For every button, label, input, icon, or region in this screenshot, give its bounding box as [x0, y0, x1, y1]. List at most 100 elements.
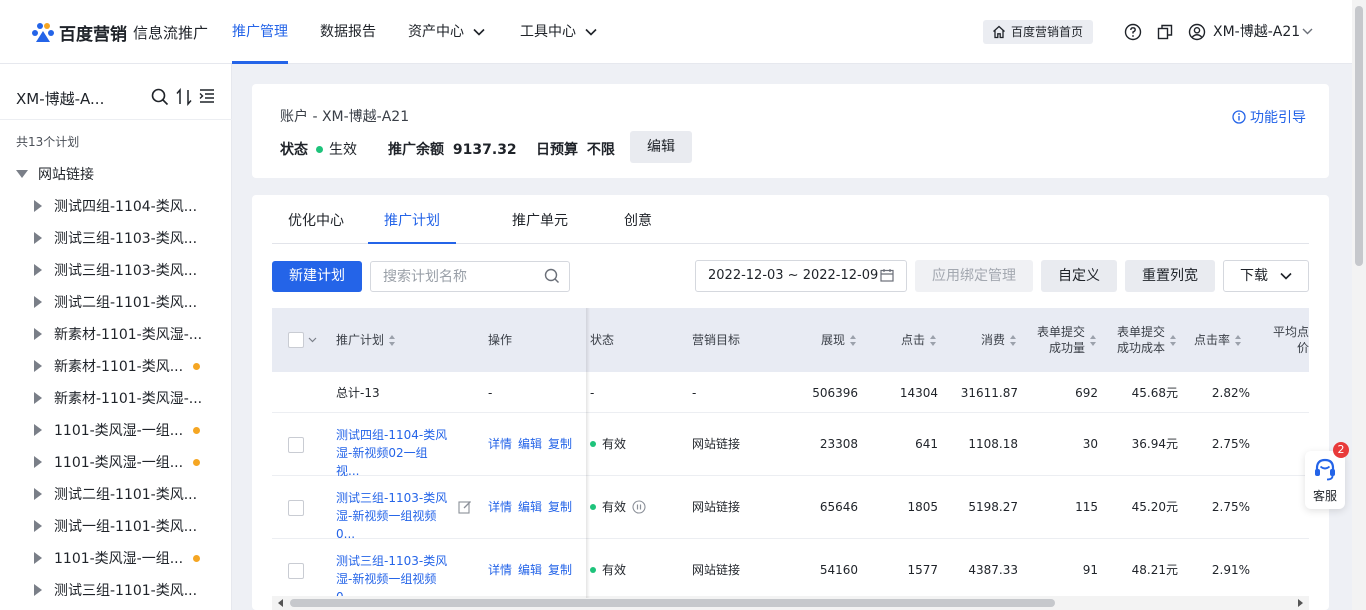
- edit-budget-button[interactable]: 编辑: [630, 131, 692, 163]
- table-row[interactable]: 测试三组-1103-类风湿-新视频一组视频0...详情编辑复制有效网站链接541…: [272, 539, 1309, 604]
- plan-search-input[interactable]: [370, 261, 570, 292]
- reset-column-width-button[interactable]: 重置列宽: [1125, 260, 1215, 292]
- app-binding-management-button[interactable]: 应用绑定管理: [915, 260, 1033, 292]
- tab-promotion-plan[interactable]: 推广计划: [368, 195, 456, 244]
- customize-columns-button[interactable]: 自定义: [1041, 260, 1117, 292]
- tree-item-plan[interactable]: 1101-类风湿-一组...: [34, 452, 224, 472]
- sort-icon[interactable]: [930, 334, 937, 346]
- detail-link[interactable]: 详情: [488, 561, 512, 579]
- edit-link[interactable]: 编辑: [518, 561, 542, 579]
- sort-icon[interactable]: [389, 334, 396, 346]
- column-ctr[interactable]: 点击率: [1182, 308, 1242, 372]
- column-clicks[interactable]: 点击: [872, 308, 937, 372]
- tab-promotion-unit[interactable]: 推广单元: [512, 195, 568, 244]
- row-checkbox[interactable]: [288, 500, 304, 516]
- pause-icon[interactable]: [632, 500, 646, 514]
- search-icon[interactable]: [151, 88, 169, 106]
- tree-item-plan[interactable]: 1101-类风湿-一组...: [34, 548, 224, 568]
- date-range-picker[interactable]: 2022-12-03 ~ 2022-12-09: [695, 260, 907, 292]
- caret-right-icon[interactable]: [34, 552, 42, 564]
- sort-icon[interactable]: [176, 88, 192, 106]
- marketing-home-button[interactable]: 百度营销首页: [983, 20, 1093, 44]
- column-form-cost[interactable]: 表单提交 成功成本: [1102, 308, 1177, 372]
- caret-right-icon[interactable]: [34, 392, 42, 404]
- edit-link[interactable]: 编辑: [518, 498, 542, 516]
- chevron-down-icon[interactable]: [1302, 28, 1313, 35]
- tree-item-plan[interactable]: 测试二组-1101-类风...: [34, 484, 224, 504]
- caret-right-icon[interactable]: [34, 424, 42, 436]
- copy-window-icon[interactable]: [1156, 23, 1174, 41]
- table-scrollbar-thumb[interactable]: [290, 599, 1055, 607]
- tree-item-plan[interactable]: 测试三组-1101-类风...: [34, 580, 224, 600]
- detail-link[interactable]: 详情: [488, 498, 512, 516]
- sort-icon[interactable]: [1235, 334, 1242, 346]
- tree-item-plan[interactable]: 测试一组-1101-类风...: [34, 516, 224, 536]
- tree-item-plan[interactable]: 新素材-1101-类风湿-...: [34, 388, 224, 408]
- row-checkbox[interactable]: [288, 563, 304, 579]
- caret-right-icon[interactable]: [34, 232, 42, 244]
- nav-data-report[interactable]: 数据报告: [320, 0, 376, 64]
- page-scrollbar-thumb[interactable]: [1355, 6, 1363, 266]
- search-icon[interactable]: [544, 268, 560, 284]
- detail-link[interactable]: 详情: [488, 435, 512, 453]
- tree-item-plan[interactable]: 1101-类风湿-一组...: [34, 420, 224, 440]
- caret-right-icon[interactable]: [34, 296, 42, 308]
- tree-item-plan[interactable]: 测试三组-1103-类风...: [34, 228, 224, 248]
- brand-logo[interactable]: 百度营销 信息流推广: [31, 20, 208, 45]
- caret-right-icon[interactable]: [34, 360, 42, 372]
- sidebar-account-title[interactable]: XM-博越-A...: [16, 88, 104, 109]
- edit-link[interactable]: 编辑: [518, 435, 542, 453]
- caret-right-icon[interactable]: [34, 264, 42, 276]
- tree-item-plan[interactable]: 新素材-1101-类风湿-...: [34, 324, 224, 344]
- plan-name-link[interactable]: 测试三组-1103-类风湿-新视频一组视频0...: [336, 489, 448, 543]
- caret-right-icon[interactable]: [34, 456, 42, 468]
- select-menu-chevron-icon[interactable]: [308, 308, 317, 372]
- select-all-checkbox[interactable]: [288, 332, 304, 348]
- user-avatar-icon[interactable]: [1188, 23, 1206, 41]
- sort-icon[interactable]: [1170, 334, 1177, 346]
- nav-tool-center[interactable]: 工具中心: [520, 0, 597, 64]
- caret-right-icon[interactable]: [34, 328, 42, 340]
- tree-item-plan[interactable]: 测试四组-1104-类风...: [34, 196, 224, 216]
- nav-promotion-management[interactable]: 推广管理: [232, 0, 288, 64]
- page-scrollbar[interactable]: [1352, 0, 1366, 610]
- column-avg-price[interactable]: 平均点价: [1252, 308, 1309, 372]
- table-row[interactable]: 测试三组-1103-类风 湿-新视频一组视频0... 详情 编辑 复制 有效 网站链接 656…: [272, 476, 1309, 541]
- caret-right-icon[interactable]: [34, 200, 42, 212]
- list-collapse-icon[interactable]: [199, 88, 215, 104]
- help-icon[interactable]: [1124, 23, 1142, 41]
- calendar-icon[interactable]: [880, 268, 894, 282]
- customer-service-button[interactable]: 客服: [1305, 451, 1345, 509]
- nav-asset-center[interactable]: 资产中心: [408, 0, 485, 64]
- tree-item-plan[interactable]: 测试二组-1101-类风...: [34, 292, 224, 312]
- tree-item-plan[interactable]: 测试三组-1103-类风...: [34, 260, 224, 280]
- tab-optimization-center[interactable]: 优化中心: [288, 195, 344, 244]
- edit-pencil-icon[interactable]: [458, 500, 472, 514]
- table-row[interactable]: 测试四组-1104-类风 湿-新视频02一组视... 详情 编辑 复制 有效 网站链接 233…: [272, 413, 1309, 478]
- new-plan-button[interactable]: 新建计划: [272, 261, 362, 292]
- plan-name-link[interactable]: 测试四组-1104-类风 湿-新视频02一组视...: [336, 426, 448, 480]
- sort-icon[interactable]: [1090, 334, 1097, 346]
- scroll-left-arrow-icon[interactable]: [278, 599, 283, 607]
- copy-link[interactable]: 复制: [548, 435, 572, 453]
- tab-creative[interactable]: 创意: [624, 195, 652, 244]
- sort-icon[interactable]: [850, 334, 857, 346]
- sort-icon[interactable]: [1010, 334, 1017, 346]
- copy-link[interactable]: 复制: [548, 561, 572, 579]
- table-horizontal-scrollbar[interactable]: [272, 596, 1309, 610]
- copy-link[interactable]: 复制: [548, 498, 572, 516]
- account-name[interactable]: XM-博越-A21: [1213, 0, 1300, 64]
- column-impressions[interactable]: 展现: [792, 308, 857, 372]
- caret-right-icon[interactable]: [34, 488, 42, 500]
- tree-item-plan[interactable]: 新素材-1101-类风...: [34, 356, 224, 376]
- column-cost[interactable]: 消费: [952, 308, 1017, 372]
- column-plan[interactable]: 推广计划: [336, 308, 396, 372]
- row-checkbox[interactable]: [288, 437, 304, 453]
- caret-right-icon[interactable]: [34, 584, 42, 596]
- feature-guide-link[interactable]: 功能引导: [1232, 107, 1306, 127]
- column-form-count[interactable]: 表单提交 成功量: [1022, 308, 1097, 372]
- tree-root-website-link[interactable]: 网站链接: [16, 164, 94, 184]
- scroll-right-arrow-icon[interactable]: [1298, 599, 1303, 607]
- caret-right-icon[interactable]: [34, 520, 42, 532]
- download-dropdown[interactable]: 下载: [1223, 260, 1309, 292]
